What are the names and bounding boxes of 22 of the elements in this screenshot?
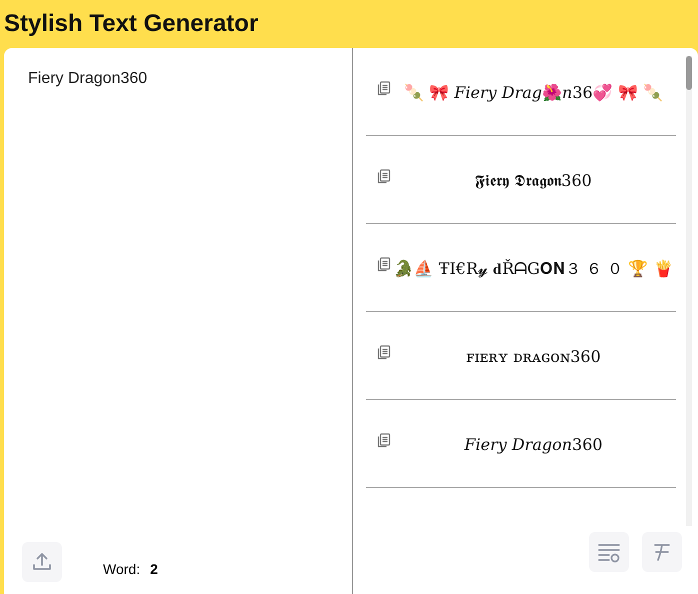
clear-format-button[interactable] — [642, 532, 682, 572]
scrollbar[interactable] — [686, 56, 692, 526]
text-wrap-icon — [597, 541, 621, 563]
word-count: 2 — [150, 561, 158, 577]
styled-text[interactable]: ꜰɪᴇʀʏ ᴅʀᴀɢᴏɴ360 — [391, 341, 676, 373]
copy-icon[interactable] — [376, 345, 391, 361]
styled-text[interactable]: 🐊⛵ ŦI€R𝔂 𝐝ŘᗩG𝐎𝐍３ ６ ０ 🏆 🍟 — [391, 253, 676, 285]
styled-text[interactable]: 𝐹𝑖𝑒𝑟𝑦 𝐷𝑟𝑎𝑔𝑜𝑛360 — [391, 429, 676, 461]
copy-icon[interactable] — [376, 169, 391, 185]
styled-text[interactable]: 🍡 🎀 𝐹𝑖𝑒𝑟𝑦 𝐷𝑟𝑎𝑔🌺𝑛36💞 🎀 🍡 — [391, 77, 676, 109]
upload-button[interactable] — [22, 542, 62, 582]
word-label: Word: — [103, 561, 140, 577]
copy-icon[interactable] — [376, 257, 391, 273]
text-input[interactable]: Fiery Dragon360 — [4, 48, 352, 538]
styled-text[interactable]: 𝕱𝖎𝖊𝖗𝖞 𝕯𝖗𝖆𝖌𝖔𝖓360 — [391, 165, 676, 197]
copy-icon[interactable] — [376, 81, 391, 97]
upload-icon — [31, 551, 53, 573]
app-title: Stylish Text Generator — [4, 10, 258, 38]
clear-format-icon — [651, 541, 673, 563]
copy-icon[interactable] — [376, 433, 391, 449]
wrap-button[interactable] — [589, 532, 629, 572]
scrollbar-thumb[interactable] — [686, 56, 692, 90]
